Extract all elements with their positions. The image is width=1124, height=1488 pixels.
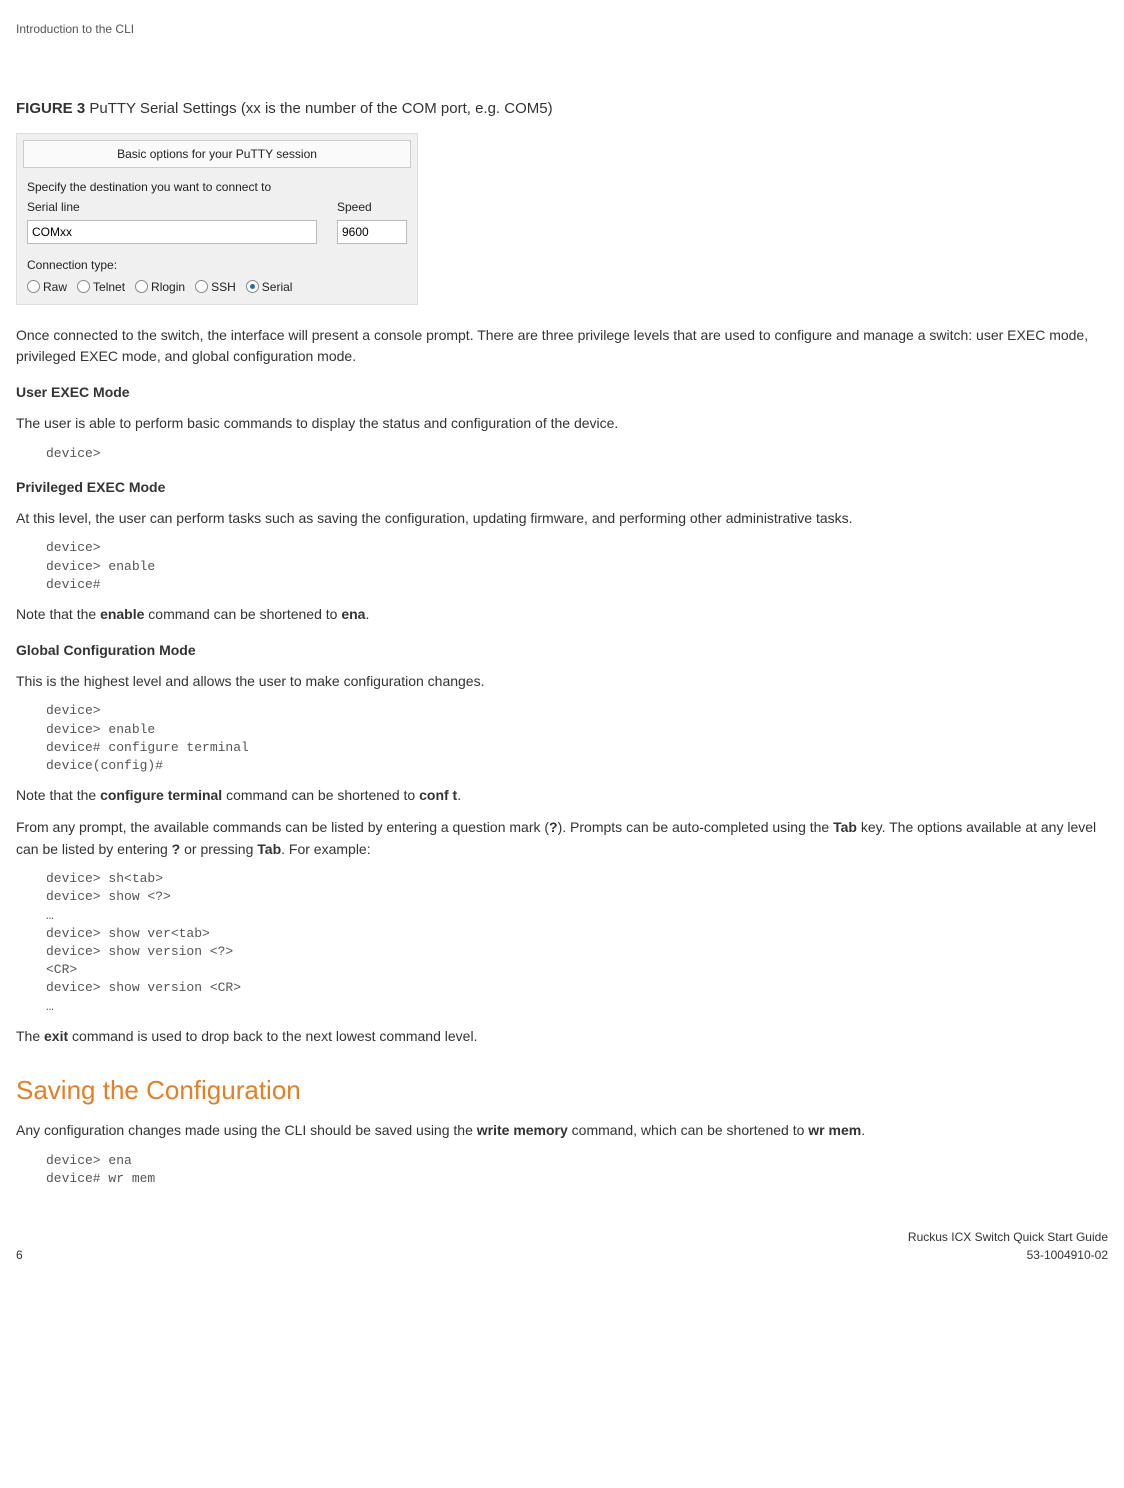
putty-serial-line-input[interactable] <box>27 220 317 244</box>
priv-exec-heading: Privileged EXEC Mode <box>16 477 1108 498</box>
text: Note that the <box>16 606 100 622</box>
page-number: 6 <box>16 1246 23 1264</box>
text: . <box>365 606 369 622</box>
priv-exec-text: At this level, the user can perform task… <box>16 508 1108 530</box>
global-conf-text: This is the highest level and allows the… <box>16 671 1108 693</box>
radio-label: Rlogin <box>151 278 185 296</box>
putty-radio-telnet[interactable]: Telnet <box>77 278 125 296</box>
saving-heading: Saving the Configuration <box>16 1071 1108 1110</box>
priv-exec-code: device> device> enable device# <box>46 539 1108 594</box>
putty-radio-serial[interactable]: Serial <box>246 278 293 296</box>
text: command can be shortened to <box>222 787 419 803</box>
radio-icon <box>77 280 90 293</box>
cmd-ena: ena <box>341 606 365 622</box>
user-exec-code: device> <box>46 445 1108 463</box>
putty-conn-type-label: Connection type: <box>27 256 407 274</box>
text: . <box>457 787 461 803</box>
text: Note that the <box>16 787 100 803</box>
putty-dialog: Basic options for your PuTTY session Spe… <box>16 133 418 305</box>
page-header: Introduction to the CLI <box>16 20 1108 38</box>
saving-paragraph: Any configuration changes made using the… <box>16 1120 1108 1142</box>
text: From any prompt, the available commands … <box>16 819 549 835</box>
footer-title: Ruckus ICX Switch Quick Start Guide <box>908 1228 1108 1246</box>
text: command is used to drop back to the next… <box>68 1028 477 1044</box>
cmd-wr-mem: wr mem <box>808 1122 861 1138</box>
radio-icon <box>135 280 148 293</box>
text: command can be shortened to <box>144 606 341 622</box>
footer-docnum: 53-1004910-02 <box>908 1246 1108 1264</box>
help-code: device> sh<tab> device> show <?> … devic… <box>46 870 1108 1016</box>
putty-radio-group: Raw Telnet Rlogin SSH Serial <box>27 278 407 296</box>
cmd-write-memory: write memory <box>477 1122 568 1138</box>
cmd-exit: exit <box>44 1028 68 1044</box>
priv-exec-note: Note that the enable command can be shor… <box>16 604 1108 626</box>
global-conf-code: device> device> enable device# configure… <box>46 702 1108 775</box>
text: ). Prompts can be auto-completed using t… <box>558 819 833 835</box>
putty-radio-rlogin[interactable]: Rlogin <box>135 278 185 296</box>
text: Any configuration changes made using the… <box>16 1122 477 1138</box>
figure-caption: FIGURE 3 PuTTY Serial Settings (xx is th… <box>16 98 1108 121</box>
exit-paragraph: The exit command is used to drop back to… <box>16 1026 1108 1048</box>
putty-radio-raw[interactable]: Raw <box>27 278 67 296</box>
global-conf-note: Note that the configure terminal command… <box>16 785 1108 807</box>
putty-radio-ssh[interactable]: SSH <box>195 278 236 296</box>
user-exec-text: The user is able to perform basic comman… <box>16 413 1108 435</box>
key-question: ? <box>549 819 558 835</box>
putty-serial-line-label: Serial line <box>27 198 255 216</box>
radio-label: Raw <box>43 278 67 296</box>
intro-paragraph: Once connected to the switch, the interf… <box>16 325 1108 368</box>
putty-speed-label: Speed <box>337 198 407 216</box>
radio-label: Telnet <box>93 278 125 296</box>
radio-icon <box>27 280 40 293</box>
figure-label: FIGURE 3 <box>16 100 85 117</box>
putty-speed-input[interactable] <box>337 220 407 244</box>
user-exec-heading: User EXEC Mode <box>16 382 1108 403</box>
putty-dest-label: Specify the destination you want to conn… <box>27 178 407 196</box>
page-footer: 6 Ruckus ICX Switch Quick Start Guide 53… <box>16 1228 1108 1264</box>
radio-icon <box>195 280 208 293</box>
key-tab: Tab <box>833 819 857 835</box>
cmd-conf-t: conf t <box>419 787 457 803</box>
putty-title: Basic options for your PuTTY session <box>23 140 411 168</box>
radio-label: SSH <box>211 278 236 296</box>
radio-icon <box>246 280 259 293</box>
text: or pressing <box>180 841 257 857</box>
figure-caption-text: PuTTY Serial Settings (xx is the number … <box>89 100 552 117</box>
help-paragraph: From any prompt, the available commands … <box>16 817 1108 860</box>
key-tab: Tab <box>257 841 281 857</box>
cmd-configure-terminal: configure terminal <box>100 787 222 803</box>
radio-label: Serial <box>262 278 293 296</box>
cmd-enable: enable <box>100 606 144 622</box>
text: . <box>861 1122 865 1138</box>
key-question: ? <box>172 841 181 857</box>
text: The <box>16 1028 44 1044</box>
text: . For example: <box>281 841 370 857</box>
text: command, which can be shortened to <box>568 1122 808 1138</box>
global-conf-heading: Global Configuration Mode <box>16 640 1108 661</box>
saving-code: device> ena device# wr mem <box>46 1152 1108 1188</box>
